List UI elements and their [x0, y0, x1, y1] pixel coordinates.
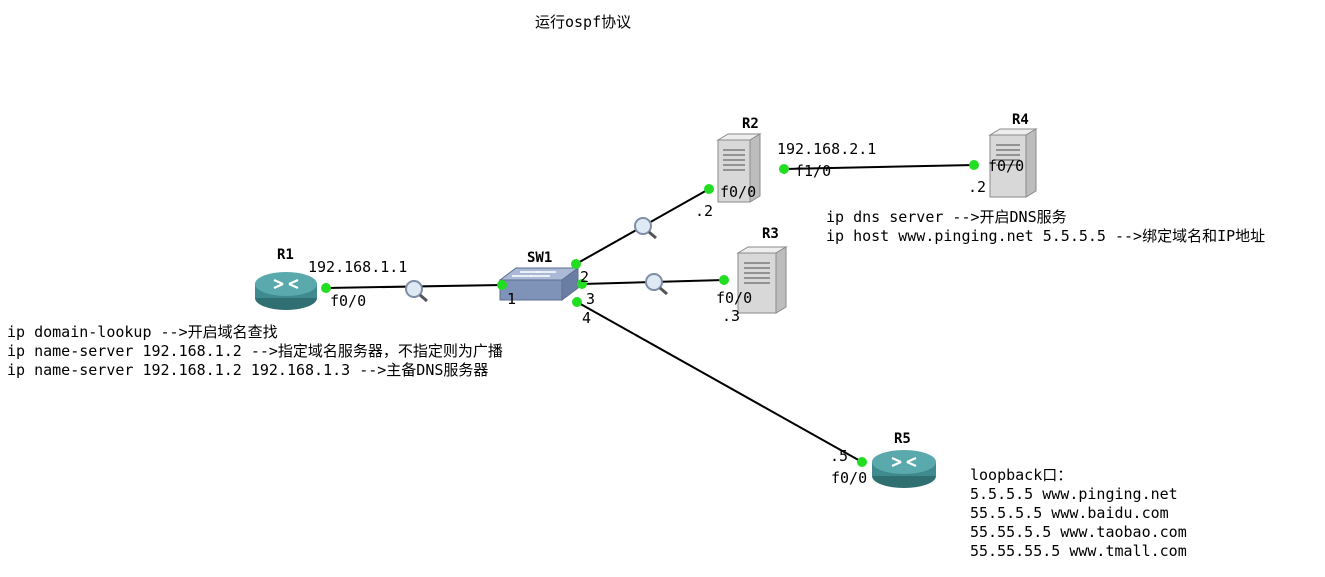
router-r1-icon[interactable] — [255, 272, 317, 310]
port-dot — [704, 184, 714, 194]
port-dot — [779, 164, 789, 174]
sw-port-3-label: 3 — [586, 290, 596, 308]
r5-loopback-note-line: 5.5.5.5 www.pinging.net — [970, 485, 1178, 503]
r2-f00-label: f0/0 — [720, 183, 757, 201]
device-name-r2: R2 — [742, 116, 759, 132]
r1-ip-label: 192.168.1.1 — [308, 258, 408, 276]
sw-port-4-label: 4 — [582, 309, 592, 327]
r5-loopback-note-line: 55.55.5.5 www.taobao.com — [970, 523, 1187, 541]
port-dots — [321, 160, 979, 467]
r1-config-note-line: ip name-server 192.168.1.2 -->指定域名服务器，不指… — [7, 342, 503, 360]
port-dot — [719, 275, 729, 285]
r1-config-note-line: ip domain-lookup -->开启域名查找 — [7, 323, 278, 341]
r3-interface-label: f0/0 — [716, 289, 753, 307]
sw-port-1-label: 1 — [507, 290, 517, 308]
device-name-r3: R3 — [762, 226, 779, 242]
r5-loopback-note-line: 55.55.55.5 www.tmall.com — [970, 542, 1187, 560]
device-name-r5: R5 — [894, 431, 911, 447]
device-name-r4: R4 — [1012, 112, 1029, 128]
r5-interface-label: f0/0 — [831, 469, 868, 487]
r5-host-label: .5 — [830, 447, 849, 465]
magnifier-icon[interactable] — [645, 273, 668, 296]
diagram-title: 运行ospf协议 — [535, 13, 632, 31]
r4-config-note-line: ip dns server -->开启DNS服务 — [826, 208, 1067, 226]
r3-host-label: .3 — [722, 307, 741, 325]
router-r5-icon[interactable] — [872, 450, 936, 488]
device-name-r1: R1 — [277, 247, 294, 263]
r2-f10-label: f1/0 — [795, 162, 832, 180]
magnifier-icon[interactable] — [405, 280, 428, 303]
port-dot — [572, 297, 582, 307]
r1-interface-label: f0/0 — [330, 292, 367, 310]
port-dot — [969, 160, 979, 170]
r2-host-label: .2 — [695, 202, 714, 220]
device-name-sw1: SW1 — [527, 250, 553, 266]
r5-loopback-note-line: 55.5.5.5 www.baidu.com — [970, 504, 1169, 522]
r4-interface-label: f0/0 — [988, 157, 1025, 175]
r4-host-label: .2 — [968, 178, 987, 196]
sw-port-2-label: 2 — [580, 268, 590, 286]
link-sw1-r5[interactable] — [576, 301, 863, 463]
r2-ip-label: 192.168.2.1 — [777, 140, 877, 158]
r4-config-note-line: ip host www.pinging.net 5.5.5.5 -->绑定域名和… — [826, 227, 1266, 245]
port-dot — [857, 457, 867, 467]
port-dot — [497, 280, 507, 290]
r1-config-note-line: ip name-server 192.168.1.2 192.168.1.3 -… — [7, 361, 489, 379]
r5-loopback-note-line: loopback口： — [970, 466, 1073, 484]
